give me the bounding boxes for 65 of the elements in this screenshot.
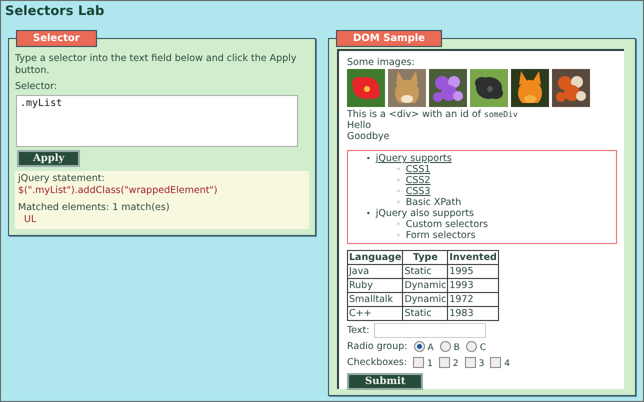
bullet-marker: ◦ <box>396 197 401 208</box>
bullet-marker: ◦ <box>396 186 401 197</box>
checkbox[interactable] <box>490 357 502 368</box>
panel-legend: DOM Sample <box>336 30 442 47</box>
text-field[interactable] <box>374 323 486 338</box>
bullet-marker: ◦ <box>396 219 401 230</box>
list-item: jQuery also supports <box>376 208 474 219</box>
bullet-marker: ◦ <box>396 175 401 186</box>
list-link[interactable]: jQuery supports <box>376 153 452 164</box>
checkbox-label: Checkboxes: <box>346 357 408 368</box>
checkbox[interactable] <box>438 357 450 368</box>
text-line: Hello <box>346 120 372 131</box>
column-header: Invented <box>448 250 498 264</box>
table-cell: Static <box>402 306 448 320</box>
table-cell: 1983 <box>448 306 498 320</box>
table-cell: Dynamic <box>402 278 448 292</box>
table-cell: Static <box>402 264 448 278</box>
text-line: Goodbye <box>346 131 390 142</box>
page-title: Selectors Lab <box>4 3 106 21</box>
checkbox-option-label: 1 <box>427 359 433 370</box>
table-cell: Java <box>347 264 403 278</box>
element-name: UL <box>23 214 38 226</box>
list-item: Form selectors <box>406 230 476 241</box>
statement-text: $(".myList").addClass("wrappedElement") <box>18 185 219 197</box>
bullet-marker: • <box>366 153 371 164</box>
list-link[interactable]: CSS2 <box>406 175 430 186</box>
bullet-marker: ◦ <box>396 230 401 241</box>
list-item: Basic XPath <box>406 197 462 208</box>
checkbox-option-label: 3 <box>478 359 484 370</box>
radio-button[interactable] <box>440 341 451 352</box>
table-cell: Dynamic <box>402 292 448 306</box>
submit-button[interactable]: Submit <box>346 373 424 390</box>
images-label: Some images: <box>346 57 416 68</box>
bullet-marker: ◦ <box>396 164 401 175</box>
table-cell: 1972 <box>448 292 498 306</box>
checkbox-option-label: 2 <box>452 359 459 370</box>
list-link[interactable]: CSS3 <box>406 186 430 197</box>
selector-field[interactable]: .myList <box>16 95 298 147</box>
radio-button[interactable] <box>414 341 424 352</box>
column-header: Type <box>402 250 448 264</box>
table-cell: 1995 <box>448 264 498 278</box>
statement-label: jQuery statement: <box>18 173 106 185</box>
table-cell: Smalltalk <box>347 292 403 306</box>
instructions: Type a selector into the text field below and click the Apply button. <box>15 53 298 77</box>
checkbox[interactable] <box>464 357 476 368</box>
radio-button[interactable] <box>466 341 477 352</box>
text-label: Text: <box>346 325 370 336</box>
table-cell: Ruby <box>347 278 403 292</box>
list-link[interactable]: CSS1 <box>406 164 430 175</box>
table-cell: C++ <box>347 306 403 320</box>
column-header: Language <box>347 250 403 264</box>
bullet-marker: • <box>366 208 371 219</box>
table-cell: 1993 <box>448 278 498 292</box>
radio-label: Radio group: <box>346 341 408 352</box>
radio-option-label: A <box>428 343 434 354</box>
checkbox-option-label: 4 <box>504 359 510 370</box>
checkbox[interactable] <box>413 357 424 368</box>
panel-legend: Selector <box>16 30 97 47</box>
matched-count: Matched elements: 1 match(es) <box>18 202 171 214</box>
radio-option-label: C <box>480 343 486 354</box>
radio-option-label: B <box>454 343 460 354</box>
apply-button[interactable]: Apply <box>17 150 80 167</box>
field-label: Selector: <box>15 81 58 93</box>
list-item: Custom selectors <box>406 219 488 230</box>
div-description: This is a <div> with an id of someDiv <box>346 109 519 120</box>
